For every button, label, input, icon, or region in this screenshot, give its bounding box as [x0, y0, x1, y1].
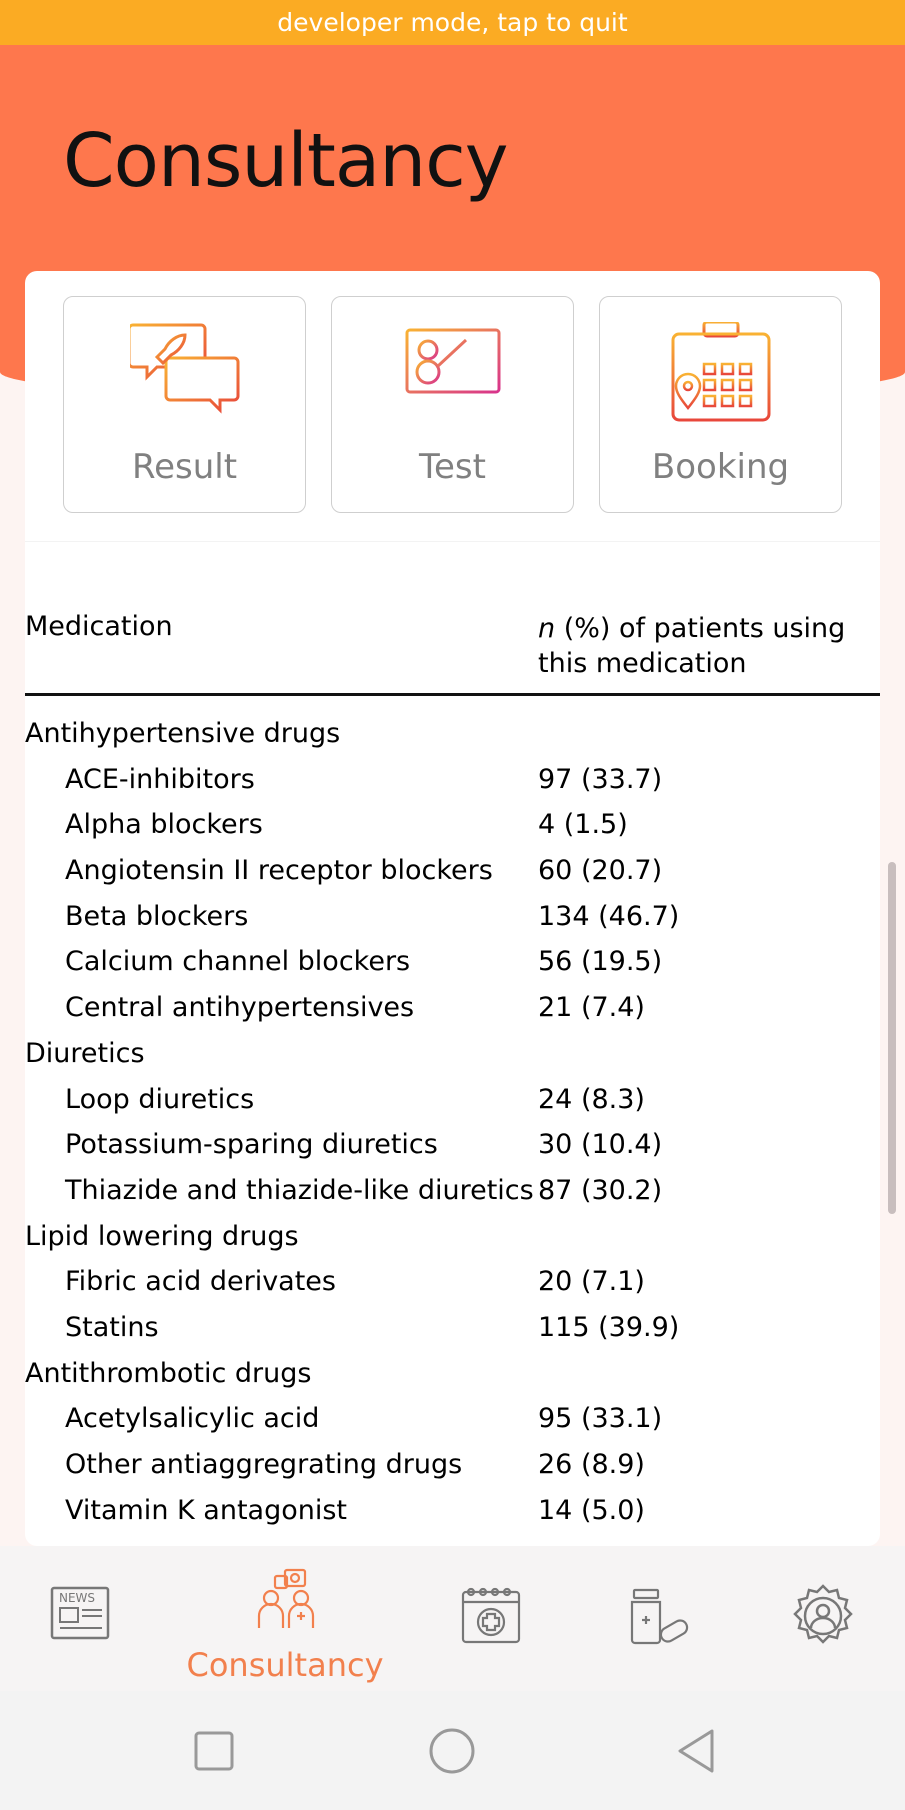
- table-header-n: n: [538, 613, 556, 644]
- medication-name: Potassium-sparing diuretics: [65, 1129, 438, 1161]
- table-row: Vitamin K antagonist 14 (5.0): [25, 1488, 880, 1534]
- table-row: Potassium-sparing diuretics 30 (10.4): [25, 1122, 880, 1168]
- medication-name: Acetylsalicylic acid: [65, 1403, 320, 1435]
- medication-name: Diuretics: [25, 1037, 145, 1069]
- medication-value: 20 (7.1): [538, 1266, 645, 1298]
- table-row: Calcium channel blockers 56 (19.5): [25, 939, 880, 985]
- medication-name: Antihypertensive drugs: [25, 718, 341, 749]
- home-button[interactable]: [424, 1723, 480, 1779]
- table-row: Alpha blockers 4 (1.5): [25, 802, 880, 848]
- test-tile[interactable]: Test: [331, 296, 574, 513]
- svg-text:NEWS: NEWS: [59, 1591, 95, 1605]
- table-header-rest: (%) of patients using this medication: [538, 613, 846, 679]
- table-row: Thiazide and thiazide-like diuretics 87 (…: [25, 1168, 880, 1214]
- medical-calendar-icon: [461, 1587, 521, 1644]
- table-body: Antihypertensive drugs ACE-inhibitors 97 (…: [25, 711, 880, 1533]
- chat-rocket-icon: [130, 323, 240, 414]
- medication-name: Antithrombotic drugs: [25, 1357, 312, 1389]
- booking-label: Booking: [651, 447, 790, 487]
- table-row: Statins 115 (39.9): [25, 1305, 880, 1351]
- monitor-anatomy-icon: [405, 328, 501, 410]
- table-row: ACE-inhibitors 97 (33.7): [25, 757, 880, 803]
- action-tiles: Result Test Booking: [25, 271, 880, 541]
- medicine-icon: [630, 1588, 689, 1645]
- doctors-icon: [257, 1568, 315, 1628]
- medication-name: Alpha blockers: [65, 809, 263, 841]
- test-label: Test: [419, 447, 486, 487]
- medication-name: Statins: [65, 1311, 159, 1343]
- nav-consultancy[interactable]: Consultancy: [175, 1546, 395, 1691]
- profile-settings-icon: [793, 1584, 853, 1644]
- medication-name: Thiazide and thiazide-like diuretics: [65, 1174, 534, 1206]
- medication-value: 30 (10.4): [538, 1129, 663, 1161]
- scrollbar[interactable]: [888, 862, 896, 1214]
- booking-tile[interactable]: Booking: [599, 296, 842, 513]
- news-icon: NEWS: [50, 1586, 110, 1640]
- medication-value: 115 (39.9): [538, 1311, 680, 1343]
- medication-value: 60 (20.7): [538, 855, 663, 887]
- table-row: Loop diuretics 24 (8.3): [25, 1077, 880, 1123]
- table-row: Central antihypertensives 21 (7.4): [25, 985, 880, 1031]
- bottom-nav: NEWS Consultancy: [0, 1546, 905, 1691]
- medication-value: 26 (8.9): [538, 1449, 645, 1480]
- page-title: Consultancy: [63, 118, 509, 204]
- table-header-percent: n (%) of patients using this medication: [538, 611, 878, 681]
- medication-name: Calcium channel blockers: [65, 946, 411, 978]
- system-nav-bar: [0, 1691, 905, 1810]
- content-card: Result Test Booking Medication n (%) of …: [25, 271, 880, 1546]
- medication-name: Central antihypertensives: [65, 992, 415, 1024]
- table-row: Fibric acid derivates 20 (7.1): [25, 1259, 880, 1305]
- medication-value: 4 (1.5): [538, 809, 628, 841]
- medication-value: 56 (19.5): [538, 946, 663, 978]
- medication-value: 87 (30.2): [538, 1174, 663, 1206]
- nav-news[interactable]: NEWS: [40, 1546, 130, 1691]
- medication-name: Other antiaggregrating drugs: [65, 1449, 463, 1480]
- medication-name: Beta blockers: [65, 900, 249, 932]
- medication-name: Loop diuretics: [65, 1083, 255, 1115]
- recents-button[interactable]: [186, 1723, 242, 1779]
- table-row: Angiotensin II receptor blockers 60 (20.7…: [25, 848, 880, 894]
- nav-consultancy-label: Consultancy: [186, 1646, 384, 1684]
- nav-profile[interactable]: [785, 1546, 865, 1691]
- table-group-row: Diuretics: [25, 1031, 880, 1077]
- table-row: Acetylsalicylic acid 95 (33.1): [25, 1396, 880, 1442]
- table-group-row: Antihypertensive drugs: [25, 711, 880, 757]
- medication-value: 97 (33.7): [538, 763, 663, 795]
- developer-mode-bar[interactable]: developer mode, tap to quit: [0, 0, 905, 45]
- medication-value: 24 (8.3): [538, 1083, 645, 1115]
- table-row: Beta blockers 134 (46.7): [25, 894, 880, 940]
- result-tile[interactable]: Result: [63, 296, 306, 513]
- result-label: Result: [131, 447, 238, 487]
- medication-name: ACE-inhibitors: [65, 763, 255, 795]
- medication-name: Angiotensin II receptor blockers: [65, 855, 493, 887]
- table-row: Other antiaggregrating drugs 26 (8.9): [25, 1442, 880, 1488]
- medication-value: 95 (33.1): [538, 1403, 663, 1435]
- medication-value: 14 (5.0): [538, 1494, 645, 1526]
- back-button[interactable]: [668, 1723, 724, 1779]
- medication-name: Lipid lowering drugs: [25, 1220, 299, 1252]
- calendar-icon: [671, 322, 771, 422]
- medication-value: 21 (7.4): [538, 992, 645, 1024]
- medication-name: Vitamin K antagonist: [65, 1494, 348, 1526]
- nav-appointments[interactable]: [455, 1546, 525, 1691]
- medication-name: Fibric acid derivates: [65, 1266, 336, 1298]
- table-header-rule: [25, 693, 880, 696]
- table-group-row: Lipid lowering drugs: [25, 1214, 880, 1260]
- medication-value: 134 (46.7): [538, 900, 680, 932]
- table-group-row: Antithrombotic drugs: [25, 1351, 880, 1397]
- nav-medicine[interactable]: [620, 1546, 700, 1691]
- table-header-medication: Medication: [25, 611, 173, 642]
